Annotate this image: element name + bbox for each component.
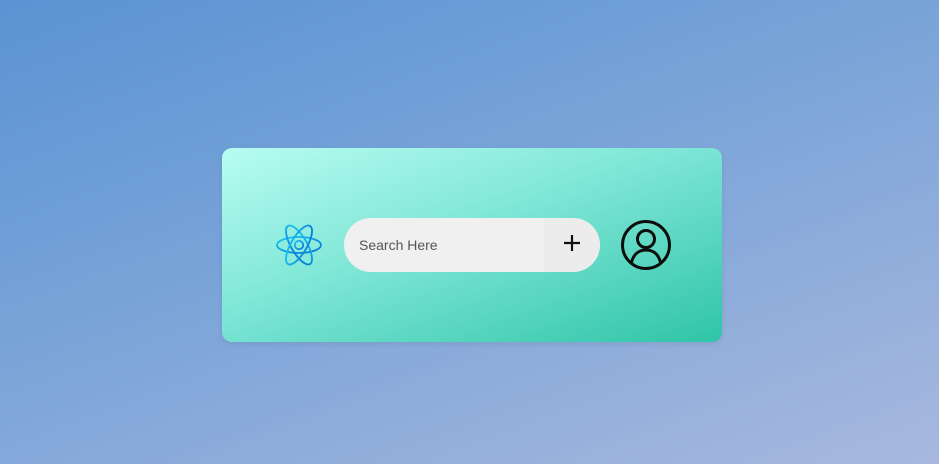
atom-icon <box>274 218 324 272</box>
search-card <box>222 148 722 342</box>
plus-icon <box>563 234 581 256</box>
user-circle-icon[interactable] <box>620 219 672 271</box>
search-bar <box>344 218 600 272</box>
search-input[interactable] <box>344 218 544 272</box>
add-button[interactable] <box>544 218 600 272</box>
